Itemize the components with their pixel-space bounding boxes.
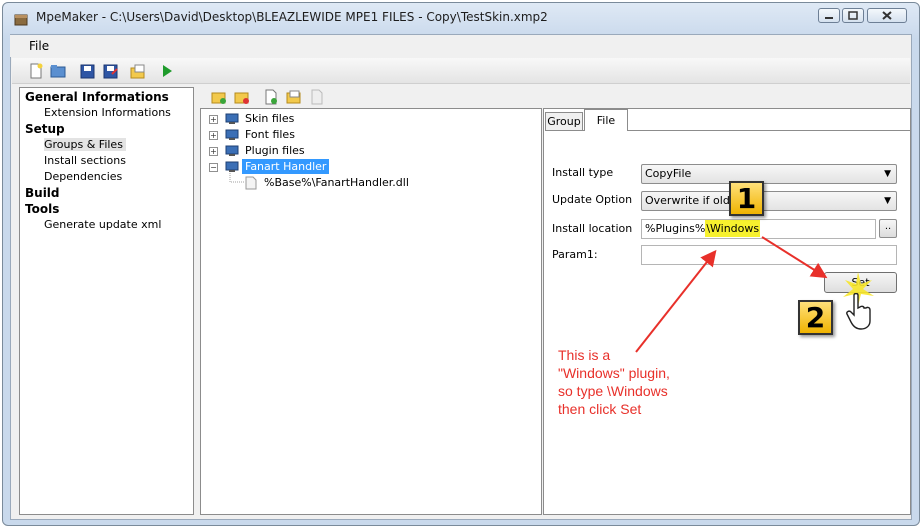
annotation-arrows bbox=[635, 236, 874, 353]
arrow-to-location bbox=[635, 249, 717, 353]
annotation-note: This is a "Windows" plugin, so type \Win… bbox=[558, 347, 670, 417]
arrow-to-set bbox=[761, 236, 828, 279]
hand-cursor-icon bbox=[846, 293, 871, 330]
